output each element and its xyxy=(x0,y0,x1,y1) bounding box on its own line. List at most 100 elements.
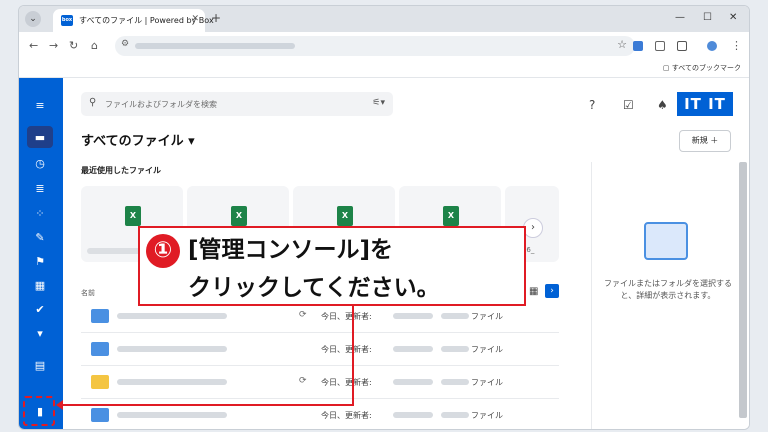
tasks-check-icon[interactable]: ✔ xyxy=(32,302,48,318)
minimize-icon[interactable]: — xyxy=(675,12,685,23)
row-type: ファイル xyxy=(471,411,503,420)
blurred-user xyxy=(393,346,433,352)
callout-connector xyxy=(352,306,354,406)
blurred-name xyxy=(117,412,227,418)
tasks-clipboard-icon[interactable]: ☑ xyxy=(623,98,634,112)
tab-strip: ⌄ box すべてのファイル | Powered by Box ✕ + — ☐ … xyxy=(19,6,749,32)
row-type: ファイル xyxy=(471,378,503,387)
row-updated: 今日、更新者: xyxy=(321,345,372,354)
shared-folder-icon xyxy=(91,309,109,323)
callout-line1: [管理コンソール]を xyxy=(188,237,394,263)
blurred-user xyxy=(393,379,433,385)
blurred-size xyxy=(441,379,469,385)
excel-icon: X xyxy=(337,206,353,226)
blurred-user xyxy=(393,412,433,418)
excel-icon: X xyxy=(443,206,459,226)
detail-panel: ファイルまたはフォルダを選択すると、詳細が表示されます。 xyxy=(591,162,741,429)
blurred-url xyxy=(135,43,295,49)
profile-avatar-icon[interactable] xyxy=(707,41,717,51)
tab-search-icon[interactable]: ⌄ xyxy=(25,11,41,27)
table-row[interactable]: ⟳ 今日、更新者: ファイル xyxy=(81,366,559,399)
favorites-flag-icon[interactable]: ⚑ xyxy=(32,254,48,270)
sync-icon: ⟳ xyxy=(299,310,307,320)
notes-icon[interactable]: ≣ xyxy=(32,181,48,197)
filter-icon[interactable]: ⚟▾ xyxy=(372,98,385,108)
new-button[interactable]: 新規 ＋ xyxy=(679,130,731,152)
browser-window: ⌄ box すべてのファイル | Powered by Box ✕ + — ☐ … xyxy=(18,5,750,430)
site-info-icon[interactable]: ⚙ xyxy=(121,39,129,49)
trash-icon[interactable]: ▾ xyxy=(32,326,48,342)
row-type: ファイル xyxy=(471,312,503,321)
shared-folder-icon xyxy=(91,342,109,356)
folder-icon xyxy=(91,375,109,389)
browser-toolbar: ← → ↻ ⌂ ⚙ ☆ ⋮ xyxy=(19,32,749,60)
home-icon[interactable]: ⌂ xyxy=(91,39,98,52)
collections-icon[interactable]: ▤ xyxy=(32,358,48,374)
admin-console-highlight xyxy=(23,396,55,426)
back-icon[interactable]: ← xyxy=(29,39,38,52)
row-updated: 今日、更新者: xyxy=(321,312,372,321)
blurred-size xyxy=(441,412,469,418)
forward-icon[interactable]: → xyxy=(49,39,58,52)
folder-icon: ▢ xyxy=(662,64,672,72)
table-row[interactable]: 今日、更新者: ファイル xyxy=(81,333,559,366)
panel-toggle-icon[interactable]: › xyxy=(545,284,559,298)
apps-grid-icon[interactable]: ▦ xyxy=(32,278,48,294)
bookmark-star-icon[interactable]: ☆ xyxy=(617,38,627,51)
blurred-user xyxy=(393,313,433,319)
maximize-icon[interactable]: ☐ xyxy=(703,12,712,23)
new-tab-icon[interactable]: + xyxy=(211,11,221,25)
hamburger-menu-icon[interactable]: ≡ xyxy=(32,98,48,114)
recent-files-heading: 最近使用したファイル xyxy=(81,166,161,175)
relay-icon[interactable]: ⁘ xyxy=(32,206,48,222)
page-title[interactable]: すべてのファイル ▾ xyxy=(81,130,195,149)
select-file-illustration-icon xyxy=(644,222,688,260)
blurred-name xyxy=(117,379,227,385)
box-favicon-icon: box xyxy=(61,15,73,26)
blurred-name xyxy=(117,313,227,319)
sync-icon: ⟳ xyxy=(299,376,307,386)
company-logo[interactable]: IT IT xyxy=(677,92,733,116)
extension-icon[interactable] xyxy=(633,41,643,51)
blurred-size xyxy=(441,313,469,319)
help-icon[interactable]: ? xyxy=(589,98,595,112)
carousel-next-button[interactable]: › xyxy=(523,218,543,238)
close-window-icon[interactable]: ✕ xyxy=(729,12,737,23)
step-number: ① xyxy=(146,234,180,268)
bookmarks-bar: ▢ すべてのブックマーク xyxy=(19,60,749,78)
scrollbar[interactable] xyxy=(739,162,747,418)
tab-close-icon[interactable]: ✕ xyxy=(191,14,199,24)
extensions-puzzle-icon[interactable] xyxy=(677,41,687,51)
detail-panel-text: ファイルまたはフォルダを選択すると、詳細が表示されます。 xyxy=(604,279,732,300)
shared-folder-icon xyxy=(91,408,109,422)
row-updated: 今日、更新者: xyxy=(321,378,372,387)
address-bar[interactable]: ⚙ ☆ xyxy=(115,36,635,56)
row-type: ファイル xyxy=(471,345,503,354)
row-updated: 今日、更新者: xyxy=(321,411,372,420)
grid-view-icon[interactable]: ▦ xyxy=(529,286,538,297)
all-bookmarks-folder[interactable]: ▢ すべてのブックマーク xyxy=(663,63,741,73)
search-icon: ⚲ xyxy=(89,97,97,108)
reload-icon[interactable]: ↻ xyxy=(69,39,78,52)
recents-clock-icon[interactable]: ◷ xyxy=(32,156,48,172)
extension-icon[interactable] xyxy=(655,41,665,51)
notifications-bell-icon[interactable]: ♠ xyxy=(657,98,668,112)
excel-icon: X xyxy=(231,206,247,226)
all-files-folder-icon[interactable]: ▬ xyxy=(32,130,48,146)
callout-connector xyxy=(60,404,354,406)
search-placeholder: ファイルおよびフォルダを検索 xyxy=(105,100,217,109)
column-header-name[interactable]: 名前 xyxy=(81,288,95,298)
browser-menu-icon[interactable]: ⋮ xyxy=(731,39,742,52)
arrow-left-icon xyxy=(56,400,63,410)
box-sidebar: ≡ ▬ ◷ ≣ ⁘ ✎ ⚑ ▦ ✔ ▾ ▤ ▮ xyxy=(19,78,63,429)
bookmark-folder-label: すべてのブックマーク xyxy=(671,64,741,72)
instruction-callout: ① [管理コンソール]を クリックしてください。 xyxy=(138,226,526,306)
search-input[interactable]: ⚲ ファイルおよびフォルダを検索 ⚟▾ xyxy=(81,92,393,116)
sign-icon[interactable]: ✎ xyxy=(32,230,48,246)
blurred-size xyxy=(441,346,469,352)
active-tab[interactable]: box すべてのファイル | Powered by Box ✕ xyxy=(53,9,214,32)
blurred-name xyxy=(117,346,227,352)
chevron-down-icon: ▾ xyxy=(188,134,195,149)
excel-icon: X xyxy=(125,206,141,226)
callout-line2: クリックしてください。 xyxy=(188,275,440,301)
